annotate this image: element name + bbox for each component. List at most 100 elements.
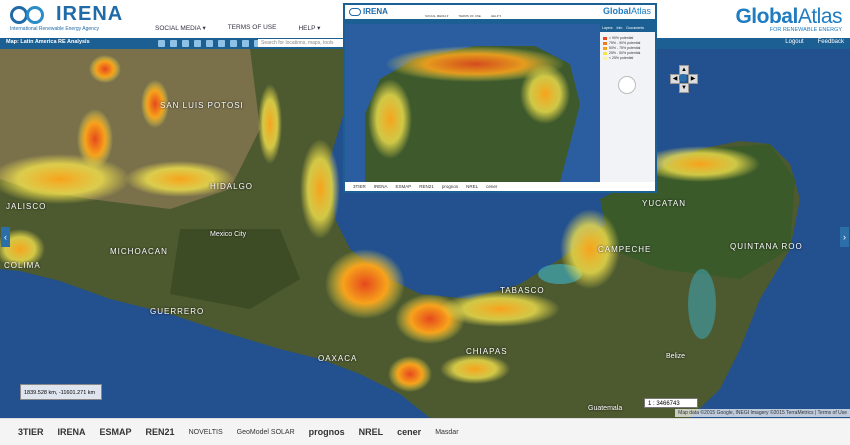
map-label: QUINTANA ROO bbox=[730, 242, 803, 251]
partner-masdar[interactable]: Masdar bbox=[435, 429, 458, 436]
scale-selector[interactable]: 1 : 3466743 bbox=[644, 398, 698, 408]
suitability-hotspot bbox=[89, 55, 121, 83]
inset-global-atlas-logo: GlobalAtlas bbox=[603, 6, 651, 16]
irena-logo-text: IRENA bbox=[56, 3, 124, 25]
partner-cener[interactable]: cener bbox=[397, 427, 421, 437]
partner-geomodel[interactable]: GeoModel SOLAR bbox=[237, 429, 295, 436]
legend-swatch bbox=[603, 36, 607, 40]
inset-irena-text: IRENA bbox=[363, 7, 388, 16]
pan-tool-icon[interactable] bbox=[158, 40, 165, 47]
legend-label: < 25% potential bbox=[609, 56, 634, 60]
share-tool-icon[interactable] bbox=[242, 40, 249, 47]
inset-brand-bold: Global bbox=[602, 6, 631, 16]
irena-subtitle: International Renewable Energy Agency bbox=[10, 26, 99, 32]
inset-nav-compass bbox=[618, 76, 636, 94]
map-label: Mexico City bbox=[210, 231, 247, 238]
logout-link[interactable]: Logout bbox=[785, 39, 803, 45]
suitability-band bbox=[125, 161, 235, 197]
suitability-band bbox=[440, 354, 510, 384]
map-label: CAMPECHE bbox=[598, 245, 652, 254]
partner-footer: 3TIER IRENA ESMAP REN21 NOVELTIS GeoMode… bbox=[0, 418, 850, 445]
map-label: CHIAPAS bbox=[466, 347, 508, 356]
legend-swatch bbox=[603, 46, 607, 50]
irena-logo[interactable]: IRENA bbox=[8, 3, 123, 26]
legend-swatch bbox=[603, 41, 607, 45]
menu-social-media[interactable]: SOCIAL MEDIA ▾ bbox=[155, 24, 206, 32]
legend-label: 75% - 90% potential bbox=[609, 41, 641, 45]
map-attribution[interactable]: Map data ©2015 Google, INEGI Imagery ©20… bbox=[675, 409, 850, 417]
inset-map bbox=[345, 24, 600, 182]
pan-down-button[interactable]: ▼ bbox=[679, 83, 689, 93]
partner-esmap[interactable]: ESMAP bbox=[100, 427, 132, 437]
inset-partner: 3TIER bbox=[353, 184, 366, 189]
map-nav-control: ▲ ◀ ▶ ▼ bbox=[670, 65, 698, 93]
inset-tab: Info bbox=[616, 26, 623, 30]
suitability-band bbox=[640, 146, 760, 182]
print-tool-icon[interactable] bbox=[230, 40, 237, 47]
inset-partner: REN21 bbox=[419, 184, 434, 189]
partner-prognos[interactable]: prognos bbox=[309, 427, 345, 437]
coordinate-readout: 1839.528 km, -11601.271 km bbox=[20, 384, 102, 400]
map-label: HIDALGO bbox=[210, 182, 254, 191]
collapse-right-panel-button[interactable]: › bbox=[840, 227, 849, 247]
zoom-out-tool-icon[interactable] bbox=[182, 40, 189, 47]
menu-help[interactable]: HELP ▾ bbox=[298, 24, 320, 32]
inset-tab: Layers bbox=[602, 26, 613, 30]
inset-band bbox=[368, 79, 412, 159]
top-menu: SOCIAL MEDIA ▾ TERMS OF USE HELP ▾ bbox=[155, 24, 320, 32]
irena-rings-icon bbox=[349, 7, 361, 16]
irena-rings-icon bbox=[8, 4, 52, 26]
inset-band bbox=[520, 64, 570, 124]
inset-panel-tabs: Layers Info Documents bbox=[600, 24, 655, 32]
partner-noveltis[interactable]: NOVELTIS bbox=[189, 429, 223, 436]
zoom-in-tool-icon[interactable] bbox=[170, 40, 177, 47]
legend-row: < 25% potential bbox=[603, 56, 652, 60]
search-input[interactable]: Search for locations, maps, tools bbox=[258, 39, 354, 47]
legend-row: 50% - 75% potential bbox=[603, 46, 652, 50]
info-tool-icon[interactable] bbox=[206, 40, 213, 47]
inset-menu: SOCIAL MEDIA ▾ TERMS OF USE HELP ▾ bbox=[425, 14, 501, 18]
partner-ren21[interactable]: REN21 bbox=[146, 427, 175, 437]
inset-menu-item: TERMS OF USE bbox=[458, 14, 481, 18]
legend-row: > 90% potential bbox=[603, 36, 652, 40]
legend-label: > 90% potential bbox=[609, 36, 634, 40]
inset-partner: NREL bbox=[466, 184, 479, 189]
measure-tool-icon[interactable] bbox=[194, 40, 201, 47]
partner-nrel[interactable]: NREL bbox=[359, 427, 384, 437]
global-atlas-logo[interactable]: GlobalAtlas FOR RENEWABLE ENERGY bbox=[735, 5, 842, 33]
feedback-link[interactable]: Feedback bbox=[818, 39, 844, 45]
inset-brand-light: Atlas bbox=[630, 6, 651, 16]
collapse-left-panel-button[interactable]: ‹ bbox=[1, 227, 10, 247]
map-label: JALISCO bbox=[6, 202, 47, 211]
inset-tab: Documents bbox=[626, 26, 645, 30]
pan-right-button[interactable]: ▶ bbox=[688, 74, 698, 84]
globe-icon[interactable] bbox=[679, 74, 687, 82]
inset-partner: IRENA bbox=[373, 184, 388, 189]
inset-yucatan-map bbox=[345, 24, 600, 182]
suitability-hotspot bbox=[325, 249, 405, 319]
legend-swatch bbox=[603, 56, 607, 60]
map-label: Guatemala bbox=[588, 405, 623, 412]
map-label: MICHOACAN bbox=[110, 247, 168, 256]
legend-label: 50% - 75% potential bbox=[609, 46, 641, 50]
map-label: GUERRERO bbox=[150, 307, 205, 316]
draw-tool-icon[interactable] bbox=[218, 40, 225, 47]
inset-menu-item: SOCIAL MEDIA ▾ bbox=[425, 14, 449, 18]
partner-irena[interactable]: IRENA bbox=[58, 427, 86, 437]
inset-screenshot: IRENA SOCIAL MEDIA ▾ TERMS OF USE HELP ▾… bbox=[343, 3, 657, 193]
suitability-hotspot bbox=[388, 356, 432, 392]
legend-label: 25% - 50% potential bbox=[609, 51, 641, 55]
partner-3tier[interactable]: 3TIER bbox=[18, 427, 44, 437]
map-title: Map: Latin America RE Analysis bbox=[6, 39, 90, 45]
legend-row: 25% - 50% potential bbox=[603, 51, 652, 55]
legend-swatch bbox=[603, 51, 607, 55]
menu-terms-of-use[interactable]: TERMS OF USE bbox=[228, 24, 277, 32]
suitability-band bbox=[440, 291, 560, 327]
legend-row: 75% - 90% potential bbox=[603, 41, 652, 45]
suitability-band bbox=[300, 139, 340, 239]
map-label: COLIMA bbox=[4, 261, 41, 270]
map-label: OAXACA bbox=[318, 354, 358, 363]
map-tools bbox=[158, 40, 273, 47]
inset-menu-item: HELP ▾ bbox=[490, 14, 502, 18]
suitability-band bbox=[258, 84, 282, 164]
